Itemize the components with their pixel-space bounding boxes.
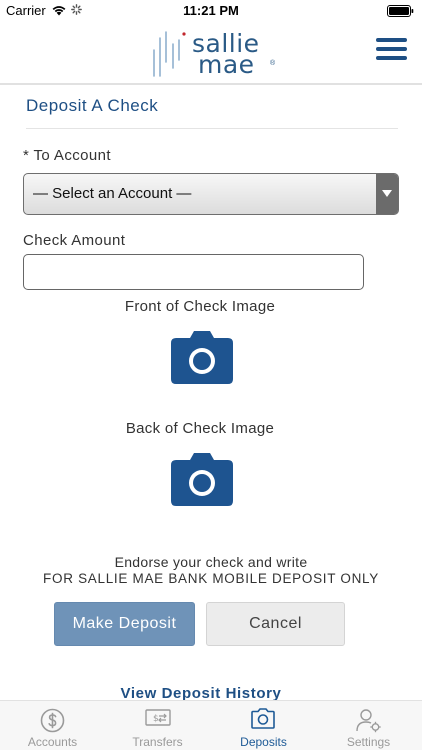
dollar-circle-icon [40,708,65,733]
account-select-value: — Select an Account — [33,185,192,202]
back-check-label: Back of Check Image [125,420,275,437]
check-amount-input[interactable] [23,254,364,290]
to-account-label: * To Account [23,147,111,164]
page-title: Deposit A Check [26,96,159,115]
front-check-label: Front of Check Image [124,298,276,315]
logo-mark-icon [153,31,186,77]
front-check-camera-button[interactable] [171,330,233,384]
logo-text-mae: mae [198,50,255,79]
battery-icon [387,5,414,17]
endorse-text: FOR SALLIE MAE BANK MOBILE DEPOSIT ONLY [43,571,379,586]
tab-deposits[interactable]: Deposits [211,701,316,750]
camera-icon [251,708,275,729]
tab-label: Deposits [240,735,287,749]
dropdown-arrow-icon [376,174,398,214]
tab-label: Accounts [27,735,78,749]
status-time: 11:21 PM [183,3,239,18]
tab-accounts[interactable]: Accounts [0,701,105,750]
camera-icon [171,453,233,506]
status-bar: Carrier 11:21 PM [0,0,422,22]
camera-icon [171,331,233,384]
sallie-mae-logo: sallie mae ® [150,26,290,80]
svg-text:$: $ [153,714,159,724]
tab-settings[interactable]: Settings [316,701,421,750]
hamburger-line [376,47,407,51]
menu-button[interactable] [376,38,408,64]
endorse-instruction: Endorse your check and write [114,554,308,570]
make-deposit-button[interactable]: Make Deposit [54,602,195,646]
tab-transfers[interactable]: $ Transfers [105,701,210,750]
account-select[interactable]: — Select an Account — [23,173,399,215]
app-header: sallie mae ® [0,22,422,85]
hamburger-line [376,56,407,60]
registered-mark: ® [270,60,276,67]
cancel-button[interactable]: Cancel [206,602,345,646]
tab-bar: Accounts $ Transfers Deposits Settings [0,700,422,750]
tab-label: Transfers [132,735,183,749]
hamburger-menu-icon [376,38,407,42]
check-amount-label: Check Amount [23,232,126,249]
transfer-icon: $ [145,709,171,726]
user-gear-icon [356,709,381,733]
divider [26,128,398,129]
back-check-camera-button[interactable] [171,452,233,506]
tab-label: Settings [346,735,391,749]
